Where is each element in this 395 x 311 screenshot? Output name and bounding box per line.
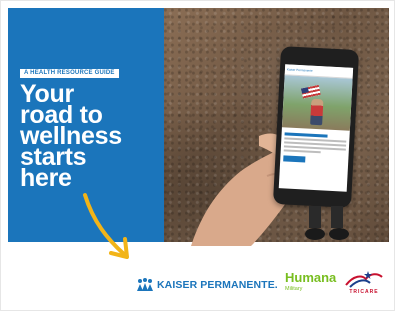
humana-sub: Military: [285, 286, 303, 292]
kp-people-icon: [137, 278, 153, 291]
phone: Kaiser Permanente: [272, 46, 360, 208]
kaiser-permanente-logo: KAISER PERMANENTE.: [136, 277, 278, 293]
tricare-text: TRICARE: [349, 289, 379, 295]
arrow-icon: [83, 193, 129, 259]
tricare-logo: TRICARE: [344, 269, 384, 299]
headline-line: here: [20, 164, 72, 192]
tricare-eagle-icon: [345, 271, 383, 288]
child-figure: [310, 98, 324, 126]
kaiser-logo-text: KAISER PERMANENTE.: [157, 279, 278, 291]
guide-badge: A HEALTH RESOURCE GUIDE: [20, 69, 119, 78]
phone-article: [280, 127, 350, 168]
wellness-ad-banner: A HEALTH RESOURCE GUIDE Your road to wel…: [0, 0, 395, 311]
headline: Your road to wellness starts here: [20, 82, 160, 192]
humana-wordmark: Humana: [285, 270, 337, 285]
phone-screen: Kaiser Permanente: [278, 64, 354, 192]
article-text-line: [283, 149, 321, 154]
feet-image: [305, 206, 349, 240]
article-button: [283, 155, 306, 163]
phone-photo: [281, 75, 353, 131]
humana-military-logo: Humana Military: [285, 270, 337, 297]
flag-icon: [300, 84, 321, 99]
